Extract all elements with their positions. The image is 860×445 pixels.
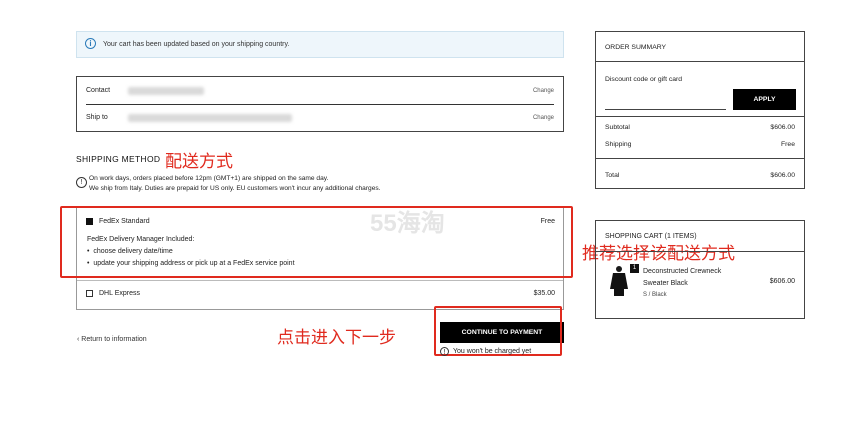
alert-icon: !	[76, 177, 87, 188]
annotation-shipping-method: 配送方式	[165, 152, 233, 171]
divider	[596, 251, 804, 252]
item-name-line2: Sweater Black	[643, 280, 688, 287]
contact-summary-box: Contact Change Ship to Change	[76, 76, 564, 132]
total-value: $606.00	[770, 172, 795, 179]
option-price: $35.00	[533, 290, 555, 297]
total-label: Total	[605, 172, 620, 179]
contact-change-link[interactable]: Change	[533, 88, 554, 94]
contact-row: Contact Change	[86, 77, 554, 104]
item-price: $606.00	[769, 278, 795, 285]
divider	[596, 158, 804, 159]
item-name-line1: Deconstructed Crewneck	[643, 268, 722, 275]
shipping-info-line2: We ship from Italy. Duties are prepaid f…	[89, 184, 381, 192]
shipping-info: On work days, orders placed before 12pm …	[89, 174, 381, 193]
alert-icon: !	[440, 347, 449, 356]
ship-to-value-redacted	[128, 114, 292, 122]
shopping-cart-panel: SHOPPING CART (1 ITEMS) 1 Deconstructed …	[595, 220, 805, 319]
shipping-option-dhl[interactable]: DHL Express $35.00	[86, 289, 556, 301]
subtotal-label: Subtotal	[605, 124, 630, 131]
divider	[596, 116, 804, 117]
item-variant: S / Black	[643, 292, 667, 298]
subtotal-value: $606.00	[770, 124, 795, 131]
shipping-method-title: SHIPPING METHOD	[76, 154, 161, 164]
checkbox-unchecked-icon[interactable]	[86, 290, 93, 297]
watermark: 55海淘	[370, 210, 445, 237]
cart-updated-notice: i Your cart has been updated based on yo…	[76, 31, 564, 58]
total-row: Total $606.00	[605, 172, 795, 179]
discount-code-input[interactable]	[605, 90, 726, 110]
divider	[77, 280, 563, 281]
annotation-highlight-fedex	[60, 206, 573, 278]
notice-text: Your cart has been updated based on your…	[103, 41, 290, 48]
charge-note: You won't be charged yet	[453, 348, 532, 355]
ship-to-label: Ship to	[86, 114, 108, 121]
subtotal-row: Subtotal $606.00	[605, 124, 795, 131]
option-name: DHL Express	[99, 290, 140, 297]
quantity-badge: 1	[630, 264, 639, 273]
return-to-information-link[interactable]: ‹ Return to information	[77, 336, 147, 343]
contact-value-redacted	[128, 87, 204, 95]
product-thumbnail[interactable]	[608, 265, 630, 297]
divider	[596, 61, 804, 62]
shipping-value: Free	[781, 141, 795, 148]
contact-label: Contact	[86, 87, 111, 94]
shipping-label: Shipping	[605, 141, 632, 148]
annotation-next-step: 点击进入下一步	[277, 328, 396, 347]
ship-to-row: Ship to Change	[86, 104, 554, 131]
sweater-image	[610, 266, 628, 296]
ship-to-change-link[interactable]: Change	[533, 115, 554, 121]
chevron-left-icon: ‹	[77, 336, 80, 343]
cart-title: SHOPPING CART (1 ITEMS)	[605, 233, 697, 240]
discount-label: Discount code or gift card	[605, 76, 683, 83]
order-summary-title: ORDER SUMMARY	[605, 44, 667, 51]
shipping-row: Shipping Free	[605, 141, 795, 148]
shipping-info-line1: On work days, orders placed before 12pm …	[89, 175, 329, 182]
info-icon: i	[85, 38, 96, 49]
order-summary-panel: ORDER SUMMARY Discount code or gift card…	[595, 31, 805, 189]
apply-discount-button[interactable]: APPLY	[733, 89, 796, 110]
